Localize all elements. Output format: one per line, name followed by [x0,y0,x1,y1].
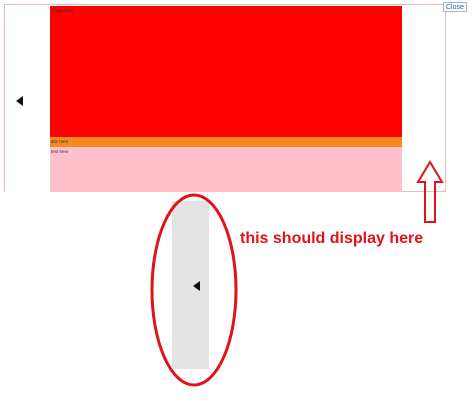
triangle-left-icon[interactable] [16,96,23,106]
annotation-text: this should display here [240,230,424,247]
body-text: text here [51,149,69,154]
image-panel: image here [50,6,402,137]
highlight-ellipse [150,193,238,387]
image-placeholder-text: image here [51,8,74,13]
text-panel: text here [50,147,402,192]
prev-nav[interactable] [5,5,50,192]
title-bar: title here [50,137,402,147]
up-arrow-icon [416,160,444,223]
close-button[interactable]: Close [443,2,467,12]
title-text: title here [51,139,69,144]
